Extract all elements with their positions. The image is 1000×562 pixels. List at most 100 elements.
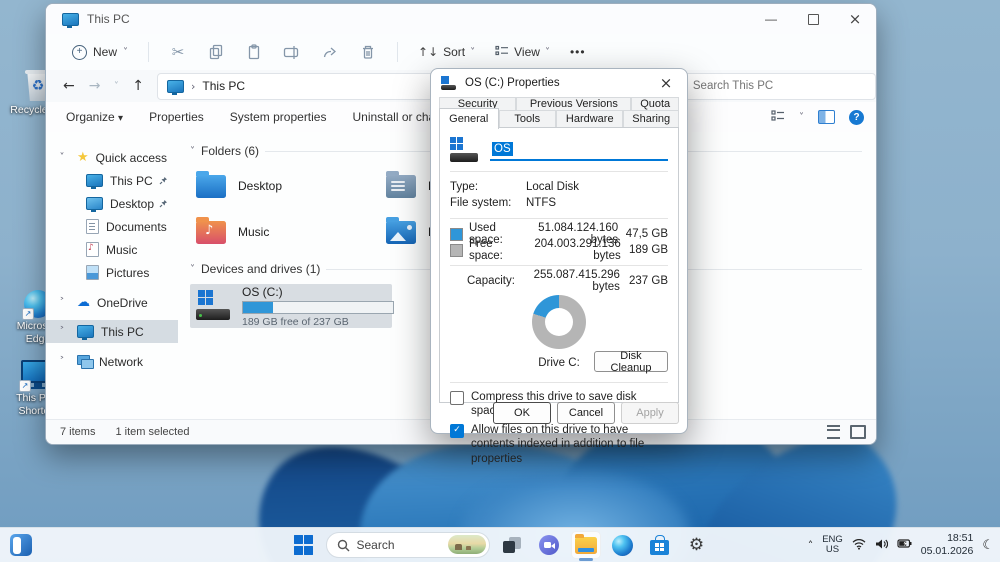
- sidebar-item-network[interactable]: ˃ Network: [46, 350, 178, 373]
- dialog-title-bar[interactable]: OS (C:) Properties: [431, 69, 687, 97]
- this-pc-icon: [77, 325, 94, 340]
- task-view-button[interactable]: [497, 531, 527, 559]
- pin-icon: [159, 174, 168, 188]
- copy-button[interactable]: [199, 39, 233, 65]
- delete-button[interactable]: [351, 39, 385, 65]
- back-button[interactable]: ←: [56, 78, 82, 94]
- tab-previous-versions[interactable]: Previous Versions: [516, 97, 632, 111]
- index-checkbox-row[interactable]: ✓ Allow files on this drive to have cont…: [450, 423, 668, 466]
- maximize-button[interactable]: [792, 4, 834, 34]
- details-view-button[interactable]: [827, 425, 840, 439]
- pictures-icon: [86, 265, 99, 280]
- clock[interactable]: 18:51 05.01.2026: [921, 532, 974, 558]
- taskbar-search[interactable]: Search: [325, 532, 490, 558]
- share-button[interactable]: [313, 39, 347, 65]
- chevron-down-icon[interactable]: ˅: [190, 146, 195, 157]
- window-title: This PC: [87, 12, 130, 26]
- chevron-right-icon[interactable]: ˃: [54, 297, 70, 308]
- see-more-button[interactable]: •••: [562, 41, 594, 63]
- cancel-button[interactable]: Cancel: [557, 402, 615, 424]
- drive-icon: [196, 290, 232, 322]
- settings-button[interactable]: ⚙: [682, 531, 712, 559]
- hidden-icons-button[interactable]: ˄: [808, 539, 814, 552]
- widgets-button[interactable]: [10, 534, 32, 556]
- paste-icon: [248, 44, 260, 60]
- sidebar-item-music[interactable]: Music: [46, 238, 178, 261]
- chevron-down-icon: ˅: [470, 46, 476, 58]
- chevron-down-icon[interactable]: ˅: [190, 264, 195, 275]
- tab-tools[interactable]: Tools: [498, 110, 557, 128]
- index-checkbox[interactable]: ✓: [450, 423, 464, 438]
- do-not-disturb-icon[interactable]: ☾: [982, 538, 994, 553]
- sidebar-item-quick-access[interactable]: ˅ ★ Quick access: [46, 146, 178, 169]
- change-view-button[interactable]: [771, 109, 785, 125]
- chevron-right-icon[interactable]: ˃: [54, 326, 70, 337]
- language-indicator[interactable]: ENG US: [822, 534, 843, 556]
- tray-date: 05.01.2026: [920, 545, 974, 557]
- compress-checkbox[interactable]: [450, 391, 464, 405]
- sidebar-item-onedrive[interactable]: ˃ ☁ OneDrive: [46, 291, 178, 314]
- tab-hardware[interactable]: Hardware: [556, 110, 624, 128]
- pin-icon: [159, 197, 168, 211]
- forward-button[interactable]: →: [82, 78, 108, 94]
- free-space-swatch: [450, 243, 463, 257]
- chevron-right-icon[interactable]: ˃: [54, 356, 70, 367]
- sidebar-item-this-pc-pinned[interactable]: This PC: [46, 169, 178, 192]
- edge-button[interactable]: [608, 531, 638, 559]
- help-button[interactable]: ?: [849, 109, 864, 125]
- rename-button[interactable]: [275, 39, 309, 65]
- new-button[interactable]: + New ˅: [64, 41, 136, 64]
- breadcrumb-location[interactable]: This PC: [202, 79, 245, 93]
- volume-label-field[interactable]: OS: [490, 139, 668, 161]
- title-bar[interactable]: This PC — ×: [46, 4, 876, 34]
- wifi-icon[interactable]: [852, 538, 866, 553]
- dialog-close-button[interactable]: ×: [655, 73, 677, 93]
- folder-icon: [196, 170, 226, 198]
- large-icons-view-button[interactable]: [850, 425, 866, 439]
- organize-button[interactable]: Organize ▾: [66, 110, 123, 124]
- folder-tile-music[interactable]: ♪ Music: [190, 212, 380, 252]
- properties-button[interactable]: Properties: [149, 110, 204, 124]
- edge-icon: [612, 534, 633, 556]
- star-icon: ★: [77, 150, 89, 165]
- more-icon: •••: [569, 45, 586, 59]
- start-button[interactable]: [289, 531, 319, 559]
- tab-quota[interactable]: Quota: [631, 97, 679, 111]
- drive-tile-os-c[interactable]: OS (C:) 189 GB free of 237 GB: [190, 284, 394, 328]
- system-properties-button[interactable]: System properties: [230, 110, 327, 124]
- tab-sharing[interactable]: Sharing: [623, 110, 679, 128]
- apply-button[interactable]: Apply: [621, 402, 679, 424]
- folder-tile-desktop[interactable]: Desktop: [190, 166, 380, 206]
- shortcut-arrow-icon: ↗: [19, 380, 31, 392]
- paste-button[interactable]: [237, 39, 271, 65]
- battery-icon[interactable]: [897, 538, 912, 552]
- chevron-down-icon[interactable]: ˅: [799, 112, 804, 123]
- search-daily-image[interactable]: [447, 535, 486, 554]
- search-input[interactable]: [690, 79, 845, 93]
- drive-usage-fill: [243, 301, 273, 313]
- chat-button[interactable]: [534, 531, 564, 559]
- close-button[interactable]: ×: [834, 4, 876, 34]
- file-explorer-button[interactable]: [570, 531, 601, 559]
- plus-icon: +: [72, 44, 87, 60]
- minimize-button[interactable]: —: [750, 4, 792, 34]
- sidebar-item-pictures[interactable]: Pictures: [46, 261, 178, 284]
- disk-cleanup-button[interactable]: Disk Cleanup: [594, 350, 668, 374]
- sidebar-item-documents[interactable]: Documents: [46, 215, 178, 238]
- volume-icon[interactable]: [875, 538, 888, 553]
- up-button[interactable]: ↑: [125, 78, 151, 94]
- sidebar-item-desktop[interactable]: Desktop: [46, 192, 178, 215]
- search-box[interactable]: [681, 72, 876, 100]
- sidebar-item-this-pc[interactable]: ˃ This PC: [46, 320, 178, 343]
- window-tab: This PC: [46, 12, 130, 28]
- sort-button[interactable]: ↑↓ Sort ˅: [410, 41, 483, 63]
- view-button[interactable]: View ˅: [487, 41, 558, 64]
- selection-count: 1 item selected: [115, 426, 190, 438]
- ok-button[interactable]: OK: [493, 402, 551, 424]
- chevron-down-icon[interactable]: ˅: [54, 152, 70, 163]
- tab-general[interactable]: General: [439, 108, 499, 129]
- preview-pane-button[interactable]: [818, 110, 835, 124]
- cut-button[interactable]: ✂: [161, 39, 195, 65]
- recent-locations-button[interactable]: ˅: [107, 81, 125, 92]
- store-button[interactable]: [645, 531, 675, 559]
